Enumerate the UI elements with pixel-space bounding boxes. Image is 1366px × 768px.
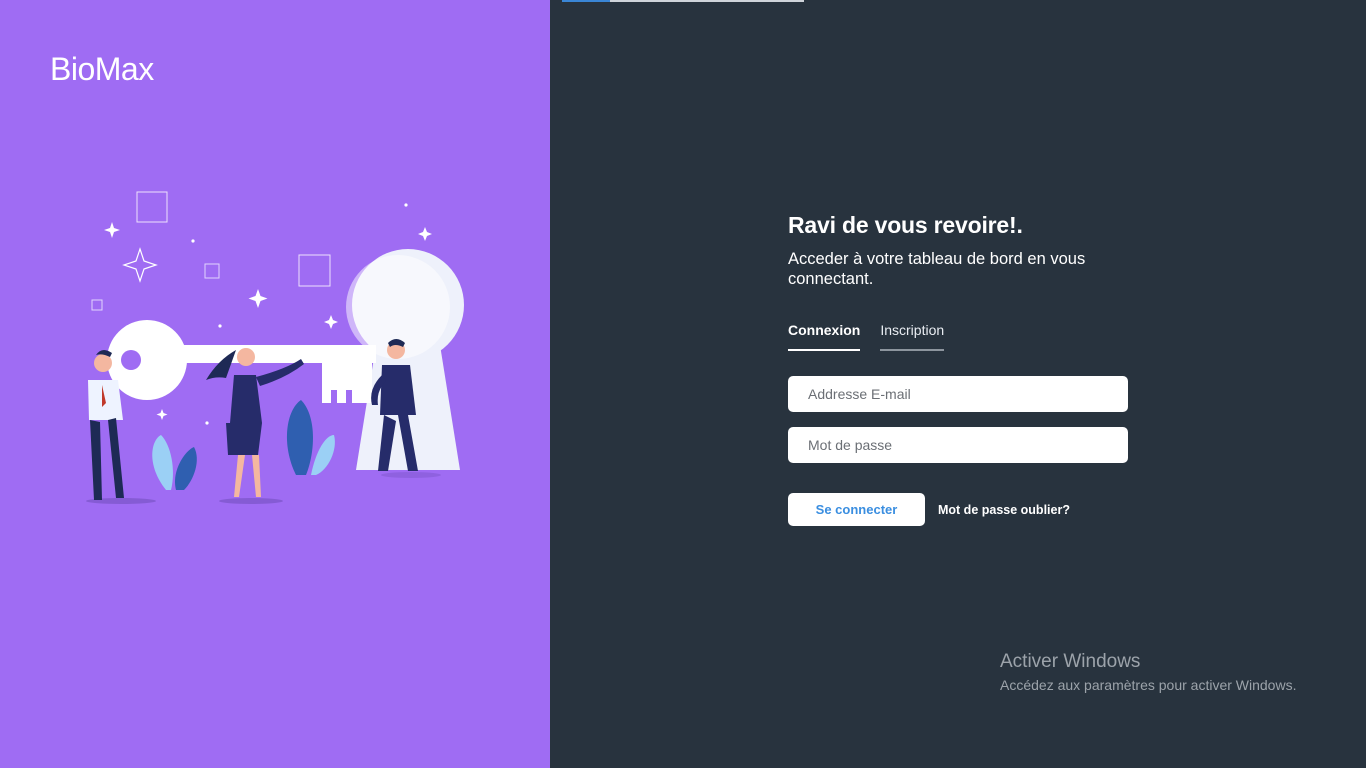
forgot-password-link[interactable]: Mot de passe oublier? [938,503,1070,517]
page-progress-fill [562,0,611,2]
login-page: BioMax Ravi de vous revoire!. Acceder à … [0,0,1366,768]
windows-activation-watermark: Activer Windows Accédez aux paramètres p… [1000,651,1296,693]
tab-connexion[interactable]: Connexion [788,322,861,351]
page-subtitle: Acceder à votre tableau de bord en vous … [788,250,1086,288]
login-form: Ravi de vous revoire!. Acceder à votre t… [788,212,1148,526]
watermark-subtitle: Accédez aux paramètres pour activer Wind… [1000,677,1297,693]
auth-tabs: Connexion Inscription [788,322,1148,351]
login-button[interactable]: Se connecter [788,493,925,526]
email-field[interactable] [788,376,1128,412]
tab-inscription[interactable]: Inscription [880,322,945,351]
page-title: Ravi de vous revoire!. [788,212,1023,238]
people-with-key-illustration [86,191,464,504]
auth-panel: Ravi de vous revoire!. Acceder à votre t… [550,0,1366,768]
page-progress-bar [562,0,804,2]
brand-panel: BioMax [0,0,550,768]
watermark-title: Activer Windows [1000,651,1141,672]
form-actions: Se connecter Mot de passe oublier? [788,493,1148,526]
password-field[interactable] [788,427,1128,463]
brand-logo: BioMax [50,51,154,87]
